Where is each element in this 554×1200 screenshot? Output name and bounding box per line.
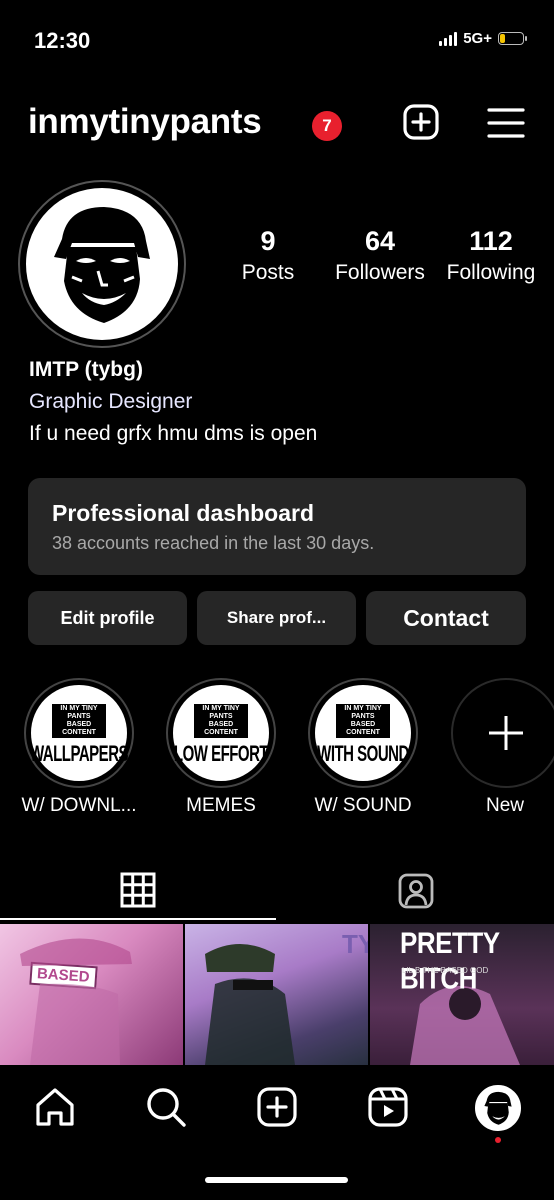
- edit-profile-button[interactable]: Edit profile: [28, 591, 187, 645]
- post-overlay-text: TYB: [342, 929, 368, 959]
- share-profile-button[interactable]: Share prof...: [197, 591, 356, 645]
- highlight-cover: IN MY TINY PANTS BASED CONTENT WALLPAPER…: [29, 685, 129, 781]
- highlight-label: W/ DOWNL...: [21, 795, 137, 816]
- stat-posts-count: 9: [260, 226, 276, 256]
- post-image: [20, 938, 132, 1065]
- contact-button[interactable]: Contact: [366, 591, 526, 645]
- highlight-cover-small: IN MY TINY PANTS BASED CONTENT: [194, 703, 248, 738]
- stat-followers-count: 64: [364, 226, 396, 256]
- highlight-memes[interactable]: IN MY TINY PANTS BASED CONTENT LOW EFFOR…: [166, 678, 276, 788]
- highlight-cover: IN MY TINY PANTS BASED CONTENT LOW EFFOR…: [173, 685, 269, 781]
- stat-followers-label: Followers: [335, 261, 425, 284]
- bottom-navigation: [0, 1065, 554, 1200]
- avatar-image: [26, 188, 178, 340]
- highlight-cover: IN MY TINY PANTS BASED CONTENT WITH SOUN…: [315, 685, 411, 781]
- tab-posts-grid[interactable]: [0, 862, 276, 920]
- notification-badge[interactable]: 7: [312, 111, 342, 141]
- stat-following-count: 112: [469, 226, 513, 256]
- post-image: [205, 944, 295, 1065]
- hamburger-menu-icon[interactable]: [487, 106, 525, 140]
- highlight-cover-title: WALLPAPERS: [29, 741, 129, 767]
- profile-bio: If u need grfx hmu dms is open: [29, 422, 318, 445]
- post-overlay-text: PRETTY BITCH: [400, 925, 500, 996]
- tab-tagged[interactable]: [277, 862, 554, 920]
- profile-category[interactable]: Graphic Designer: [29, 390, 192, 414]
- highlight-sound[interactable]: IN MY TINY PANTS BASED CONTENT WITH SOUN…: [308, 678, 418, 788]
- highlight-label: New: [485, 795, 524, 816]
- professional-dashboard-card[interactable]: Professional dashboard 38 accounts reach…: [28, 478, 526, 575]
- highlight-label: W/ SOUND: [314, 795, 412, 816]
- highlight-cover-small: IN MY TINY PANTS BASED CONTENT: [336, 703, 390, 738]
- home-icon[interactable]: [33, 1085, 77, 1129]
- signal-icon: [439, 31, 458, 46]
- highlight-cover-small: IN MY TINY PANTS BASED CONTENT: [52, 703, 106, 738]
- highlight-label: MEMES: [186, 795, 256, 816]
- profile-avatar[interactable]: [18, 180, 186, 348]
- stat-following[interactable]: 112 Following: [436, 226, 546, 285]
- highlight-wallpapers[interactable]: IN MY TINY PANTS BASED CONTENT WALLPAPER…: [24, 678, 134, 788]
- plus-icon: [489, 716, 523, 750]
- stat-posts-label: Posts: [241, 261, 295, 284]
- create-icon[interactable]: [255, 1085, 299, 1129]
- post-overlay-subtext: LIL B THE BASED GOD: [402, 966, 489, 975]
- post-thumbnail[interactable]: TYB: [185, 924, 368, 1065]
- new-highlight-button[interactable]: [451, 678, 554, 788]
- home-indicator: [205, 1177, 348, 1183]
- post-thumbnail[interactable]: BASED: [0, 924, 183, 1065]
- stat-posts[interactable]: 9 Posts: [213, 226, 323, 285]
- tagged-icon: [398, 873, 433, 909]
- stat-followers[interactable]: 64 Followers: [325, 226, 435, 285]
- dashboard-title: Professional dashboard: [52, 500, 315, 526]
- reels-icon[interactable]: [366, 1085, 410, 1129]
- battery-icon: [498, 32, 527, 45]
- highlight-cover-title: WITH SOUND: [317, 741, 409, 767]
- stat-following-label: Following: [446, 261, 536, 284]
- activity-dot: [495, 1137, 501, 1143]
- highlight-cover-title: LOW EFFORT: [173, 741, 269, 767]
- network-type: 5G+: [463, 30, 492, 47]
- profile-username[interactable]: inmytinypants: [28, 102, 262, 142]
- profile-avatar-icon[interactable]: [475, 1085, 521, 1131]
- status-time: 12:30: [34, 28, 91, 53]
- plus-square-icon[interactable]: [403, 104, 439, 140]
- profile-display-name: IMTP (tybg): [29, 358, 143, 381]
- status-indicators: 5G+: [439, 30, 527, 47]
- grid-icon: [120, 872, 156, 908]
- search-icon[interactable]: [144, 1085, 188, 1129]
- post-thumbnail[interactable]: PRETTY BITCH LIL B THE BASED GOD: [370, 924, 554, 1065]
- dashboard-subtitle: 38 accounts reached in the last 30 days.: [52, 533, 375, 553]
